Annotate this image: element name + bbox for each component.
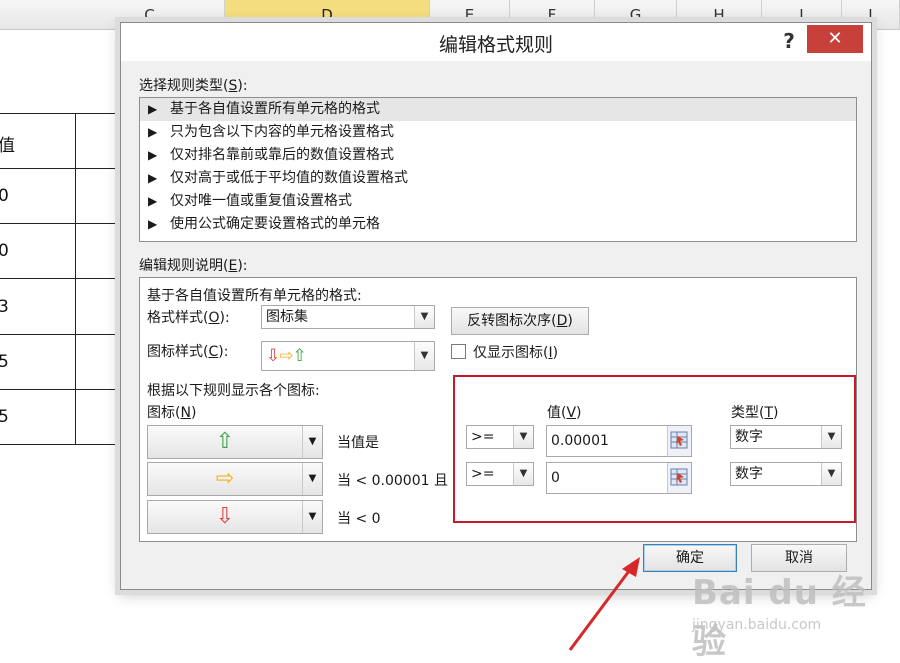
red-arrow-annotation — [568, 557, 640, 651]
grid-row — [0, 113, 125, 168]
baidu-logo: Bai du 经验 — [692, 573, 867, 662]
three-arrows-icon: ⇩⇨⇧ — [266, 346, 307, 366]
grid-row — [0, 168, 125, 223]
rule-type-item[interactable]: ▶ 仅对排名靠前或靠后的数值设置格式 — [140, 144, 856, 167]
close-icon: ✕ — [827, 28, 843, 49]
grid-line — [0, 444, 125, 445]
arrow-right-yellow-icon: ⇨ — [215, 466, 235, 491]
grid-line — [75, 113, 76, 445]
cell-reference-button[interactable] — [667, 463, 691, 493]
range-select-icon — [670, 431, 688, 449]
dialog-title: 编辑格式规则 — [438, 34, 553, 56]
cell-value[interactable]: 5 — [0, 352, 9, 372]
cell-reference-button[interactable] — [667, 426, 691, 456]
chevron-down-icon: ▼ — [513, 426, 533, 448]
operator-select-1[interactable]: >= ▼ — [466, 425, 534, 449]
show-icon-only-label: 仅显示图标(I) — [473, 345, 559, 361]
cell-value[interactable]: 0 — [0, 186, 9, 206]
chevron-down-icon: ▼ — [821, 463, 841, 485]
value-input-2[interactable]: 0 — [546, 462, 692, 494]
type-column-label: 类型(T) — [731, 405, 779, 421]
format-style-label: 格式样式(O): — [147, 310, 230, 326]
show-icon-only-checkbox[interactable] — [451, 344, 466, 359]
icon-select-3[interactable]: ⇩ ▼ — [147, 500, 323, 534]
operator-select-2[interactable]: >= ▼ — [466, 462, 534, 486]
rules-heading: 根据以下规则显示各个图标: — [147, 383, 320, 399]
chevron-down-icon: ▼ — [414, 342, 434, 370]
condition-label: 当 < 0 — [337, 511, 381, 527]
help-button[interactable]: ? — [775, 27, 803, 55]
cell-value[interactable]: 3 — [0, 297, 9, 317]
arrow-up-green-icon: ⇧ — [215, 429, 235, 454]
desc-heading: 基于各自值设置所有单元格的格式: — [147, 288, 362, 304]
triangle-right-icon: ▶ — [148, 194, 158, 208]
icon-select-2[interactable]: ⇨ ▼ — [147, 462, 323, 496]
dialog-titlebar[interactable]: 编辑格式规则 ? ✕ — [121, 23, 871, 61]
watermark-url: jingyan.baidu.com — [692, 617, 822, 633]
rule-type-list[interactable]: ▶ 基于各自值设置所有单元格的格式 ▶ 只为包含以下内容的单元格设置格式 ▶ 仅对排名… — [139, 97, 857, 242]
rule-type-item[interactable]: ▶ 仅对高于或低于平均值的数值设置格式 — [140, 167, 856, 190]
rule-type-label: 选择规则类型(S): — [139, 78, 248, 94]
grid-row — [0, 278, 125, 333]
condition-label: 当 < 0.00001 且 — [337, 473, 448, 489]
chevron-down-icon: ▼ — [302, 426, 322, 458]
icon-style-select[interactable]: ⇩⇨⇧ ▼ — [261, 341, 435, 371]
chevron-down-icon: ▼ — [513, 463, 533, 485]
value-column-label: 值(V) — [547, 405, 582, 421]
triangle-right-icon: ▶ — [148, 102, 158, 116]
value-input-1[interactable]: 0.00001 — [546, 425, 692, 457]
baidu-watermark: Bai du 经验 jingyan.baidu.com — [692, 565, 892, 662]
cell-value[interactable]: 0 — [0, 241, 9, 261]
arrow-down-red-icon: ⇩ — [215, 504, 235, 529]
triangle-right-icon: ▶ — [148, 171, 158, 185]
chevron-down-icon: ▼ — [821, 426, 841, 448]
chevron-down-icon: ▼ — [302, 463, 322, 495]
grid-row — [0, 334, 125, 389]
triangle-right-icon: ▶ — [148, 125, 158, 139]
rule-type-item[interactable]: ▶ 使用公式确定要设置格式的单元格 — [140, 213, 856, 236]
format-style-select[interactable]: 图标集 ▼ — [261, 305, 435, 329]
type-select-1[interactable]: 数字 ▼ — [730, 425, 842, 449]
type-select-2[interactable]: 数字 ▼ — [730, 462, 842, 486]
range-select-icon — [670, 468, 688, 486]
rule-type-item[interactable]: ▶ 只为包含以下内容的单元格设置格式 — [140, 121, 856, 144]
rule-type-item[interactable]: ▶ 仅对唯一值或重复值设置格式 — [140, 190, 856, 213]
triangle-right-icon: ▶ — [148, 217, 158, 231]
triangle-right-icon: ▶ — [148, 148, 158, 162]
icon-style-label: 图标样式(C): — [147, 344, 229, 360]
icon-column-label: 图标(N) — [147, 405, 197, 421]
icon-select-1[interactable]: ⇧ ▼ — [147, 425, 323, 459]
cell-value[interactable]: 值 — [0, 131, 15, 156]
grid-row — [0, 223, 125, 278]
reverse-icon-order-button[interactable]: 反转图标次序(D) — [451, 307, 589, 335]
cell-value[interactable]: 5 — [0, 407, 9, 427]
condition-label: 当值是 — [337, 435, 379, 451]
close-button[interactable]: ✕ — [807, 25, 863, 53]
rule-desc-label: 编辑规则说明(E): — [139, 258, 248, 274]
grid-row — [0, 389, 125, 444]
chevron-down-icon: ▼ — [414, 306, 434, 328]
edit-format-rule-dialog: 编辑格式规则 ? ✕ 选择规则类型(S): ▶ 基于各自值设置所有单元格的格式 ▶… — [120, 22, 872, 590]
chevron-down-icon: ▼ — [302, 501, 322, 533]
rule-type-item[interactable]: ▶ 基于各自值设置所有单元格的格式 — [140, 98, 856, 121]
